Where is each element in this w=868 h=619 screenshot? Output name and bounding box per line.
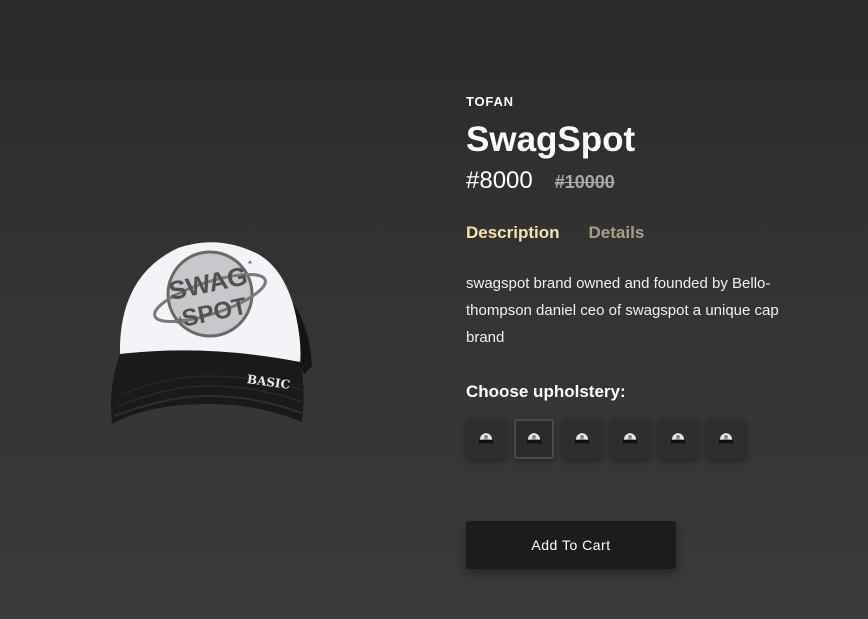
product-title: SwagSpot <box>466 120 636 159</box>
cap-thumbnail-icon <box>671 433 685 444</box>
tab-description[interactable]: Description <box>466 222 560 246</box>
upholstery-option[interactable] <box>658 419 698 459</box>
cap-thumbnail-icon <box>623 433 637 444</box>
old-price: #10000 <box>554 172 615 192</box>
info-tabs: Description Details <box>466 222 826 246</box>
product-description: swagspot brand owned and founded by Bell… <box>466 275 779 346</box>
tab-details[interactable]: Details <box>589 222 645 246</box>
upholstery-swatches <box>466 419 826 459</box>
cap-thumbnail-icon <box>575 433 589 444</box>
upholstery-option[interactable] <box>562 419 602 459</box>
trucker-cap-image: SWAG SPOT BASIC <box>111 242 312 424</box>
product-details: TOFAN SwagSpot #8000 #10000 Description … <box>466 94 826 459</box>
add-to-cart-button[interactable]: Add To Cart <box>466 521 676 569</box>
upholstery-option-selected[interactable] <box>514 419 554 459</box>
product-image: SWAG SPOT BASIC <box>108 236 316 432</box>
cap-thumbnail-icon <box>527 433 541 444</box>
upholstery-option[interactable] <box>706 419 746 459</box>
current-price: #8000 <box>466 167 533 194</box>
cap-thumbnail-icon <box>719 433 733 444</box>
price-row: #8000 #10000 <box>466 166 826 198</box>
cap-thumbnail-icon <box>479 433 493 444</box>
upholstery-title: Choose upholstery: <box>466 382 626 401</box>
upholstery-option[interactable] <box>610 419 650 459</box>
upholstery-option[interactable] <box>466 419 506 459</box>
brand-name: TOFAN <box>466 94 514 109</box>
